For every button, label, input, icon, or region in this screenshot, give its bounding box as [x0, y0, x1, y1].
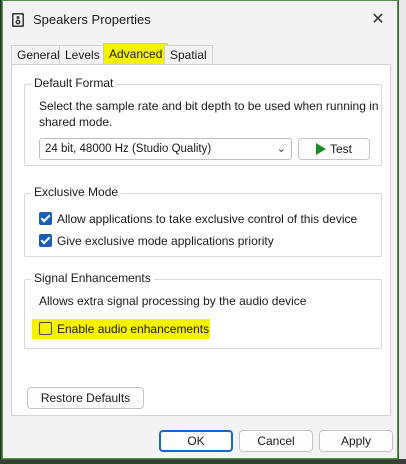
apply-button[interactable]: Apply [319, 430, 393, 452]
exclusive-mode-title: Exclusive Mode [31, 185, 122, 199]
signal-enhancements-title: Signal Enhancements [31, 271, 154, 285]
format-dropdown-value: 24 bit, 48000 Hz (Studio Quality) [45, 143, 212, 155]
checkbox-unchecked-icon [39, 322, 52, 335]
close-button[interactable]: ✕ [367, 9, 389, 31]
advanced-tab-panel: Default Format Select the sample rate an… [11, 64, 391, 416]
play-icon [315, 143, 326, 155]
tab-levels[interactable]: Levels [59, 45, 106, 65]
cancel-button[interactable]: Cancel [239, 430, 313, 452]
checkbox-checked-icon [39, 212, 52, 225]
speakers-properties-dialog: Speakers Properties ✕ General Levels Adv… [2, 0, 398, 459]
speaker-icon [12, 13, 24, 27]
background-window [398, 0, 406, 464]
tab-spatial-sound[interactable]: Spatial sound [164, 45, 213, 81]
window-title: Speakers Properties [33, 12, 151, 27]
ok-button[interactable]: OK [159, 430, 233, 452]
chevron-down-icon: ⌄ [276, 143, 286, 155]
test-button-label: Test [329, 142, 352, 156]
default-format-description: Select the sample rate and bit depth to … [39, 99, 379, 129]
tab-general[interactable]: General [11, 45, 66, 65]
default-format-title: Default Format [31, 76, 117, 90]
taskbar-edge [0, 459, 406, 464]
tab-advanced[interactable]: Advanced [103, 43, 169, 65]
close-icon: ✕ [371, 11, 385, 28]
enable-audio-enhancements-label: Enable audio enhancements [57, 322, 210, 336]
format-dropdown[interactable]: 24 bit, 48000 Hz (Studio Quality) ⌄ [39, 138, 292, 160]
checkbox-checked-icon [39, 234, 52, 247]
allow-exclusive-control-label: Allow applications to take exclusive con… [57, 212, 358, 226]
restore-defaults-button[interactable]: Restore Defaults [27, 387, 144, 409]
exclusive-priority-label: Give exclusive mode applications priorit… [57, 234, 274, 248]
test-button[interactable]: Test [298, 138, 370, 160]
title-bar: Speakers Properties ✕ [3, 1, 397, 39]
signal-enhancements-description: Allows extra signal processing by the au… [39, 294, 307, 308]
